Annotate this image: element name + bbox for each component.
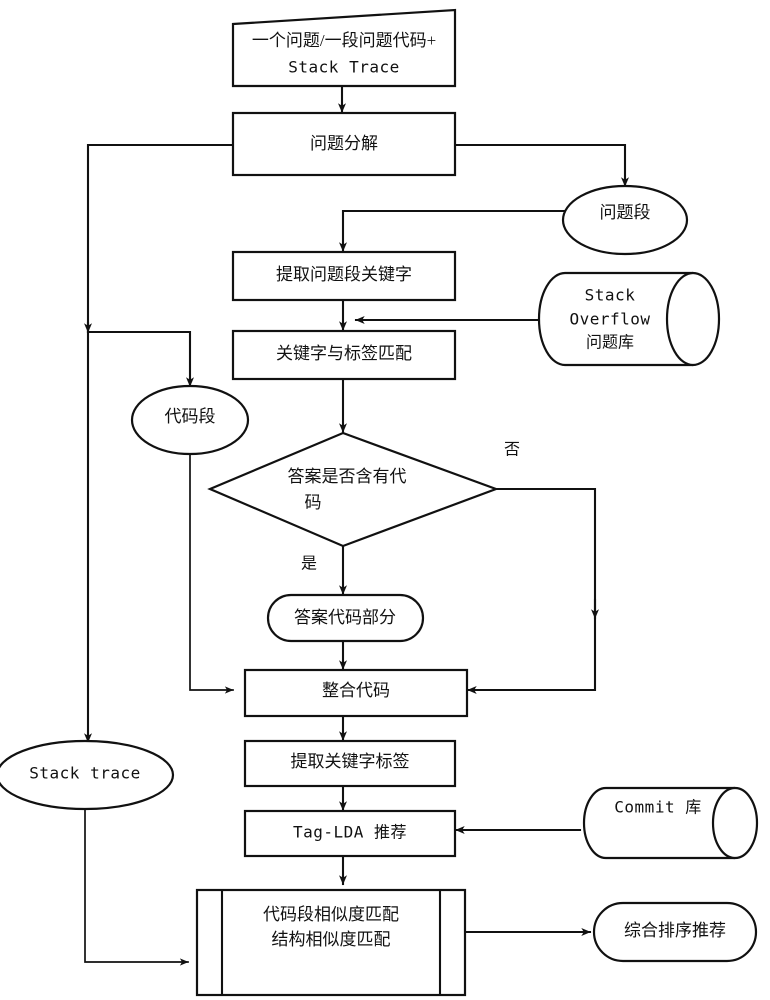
final-recommendation-label: 综合排序推荐 xyxy=(624,921,726,940)
extract-keyword-tags-label: 提取关键字标签 xyxy=(291,752,410,771)
answer-code-part-label: 答案代码部分 xyxy=(294,608,396,627)
decision-label-line1: 答案是否含有代 xyxy=(288,467,407,486)
keyword-tag-match-label: 关键字与标签匹配 xyxy=(276,344,412,363)
connector-question-segment-to-extract xyxy=(338,209,567,253)
so-database-label-line3: 问题库 xyxy=(586,334,634,352)
node-question-segment[interactable]: 问题段 xyxy=(561,184,689,256)
connector-code-segment-to-merge xyxy=(189,424,234,694)
node-tag-lda[interactable]: Tag-LDA 推荐 xyxy=(243,809,457,858)
connector-stack-trace-to-similarity xyxy=(84,809,189,966)
flowchart-canvas: 一个问题/一段问题代码+ Stack Trace 问题分解 问题段 提取问题段关… xyxy=(0,0,770,1000)
node-commit-database[interactable]: Commit 库 xyxy=(582,786,759,860)
node-decision-answer-has-code[interactable]: 答案是否含有代 码 xyxy=(207,431,500,548)
node-similarity-match[interactable]: 代码段相似度匹配 结构相似度匹配 xyxy=(195,888,467,997)
connector-decompose-left-rail xyxy=(86,143,234,332)
node-decompose[interactable]: 问题分解 xyxy=(231,111,457,177)
node-merge-code[interactable]: 整合代码 xyxy=(243,668,469,718)
so-database-label-line2: Overflow xyxy=(569,310,650,329)
node-keyword-tag-match[interactable]: 关键字与标签匹配 xyxy=(231,329,457,381)
decision-shape xyxy=(207,431,500,548)
node-code-segment[interactable]: 代码段 xyxy=(130,384,250,456)
edge-label-yes: 是 xyxy=(301,556,317,573)
node-stack-trace[interactable]: Stack trace xyxy=(0,739,175,811)
edge-label-no: 否 xyxy=(504,442,520,459)
connector-left-rail-to-code-segment xyxy=(86,330,194,388)
similarity-match-label-line1: 代码段相似度匹配 xyxy=(263,905,399,924)
decompose-label: 问题分解 xyxy=(310,134,378,153)
tag-lda-label: Tag-LDA 推荐 xyxy=(293,823,407,842)
similarity-match-label-line2: 结构相似度匹配 xyxy=(272,930,391,949)
question-segment-label: 问题段 xyxy=(600,203,651,222)
stack-trace-label: Stack trace xyxy=(29,764,140,783)
merge-code-label: 整合代码 xyxy=(322,681,390,700)
node-extract-keyword-tags[interactable]: 提取关键字标签 xyxy=(243,739,457,788)
node-extract-question-keywords[interactable]: 提取问题段关键字 xyxy=(231,250,457,302)
node-answer-code-part[interactable]: 答案代码部分 xyxy=(266,593,425,643)
input-label-line1: 一个问题/一段问题代码+ xyxy=(252,31,436,50)
flowchart-svg: 一个问题/一段问题代码+ Stack Trace 问题分解 问题段 提取问题段关… xyxy=(0,8,759,997)
connector-decision-no-to-merge xyxy=(466,487,597,694)
node-input[interactable]: 一个问题/一段问题代码+ Stack Trace xyxy=(231,8,457,88)
extract-question-keywords-label: 提取问题段关键字 xyxy=(276,265,412,284)
input-label-line2: Stack Trace xyxy=(288,58,399,77)
node-so-database[interactable]: Stack Overflow 问题库 xyxy=(537,271,721,367)
connector-decompose-to-question-segment xyxy=(453,143,629,188)
commit-database-label: Commit 库 xyxy=(614,798,701,817)
node-final-recommendation[interactable]: 综合排序推荐 xyxy=(592,901,758,963)
so-database-label-line1: Stack xyxy=(585,286,636,305)
decision-label-line2: 码 xyxy=(305,493,322,512)
code-segment-label: 代码段 xyxy=(165,407,216,426)
